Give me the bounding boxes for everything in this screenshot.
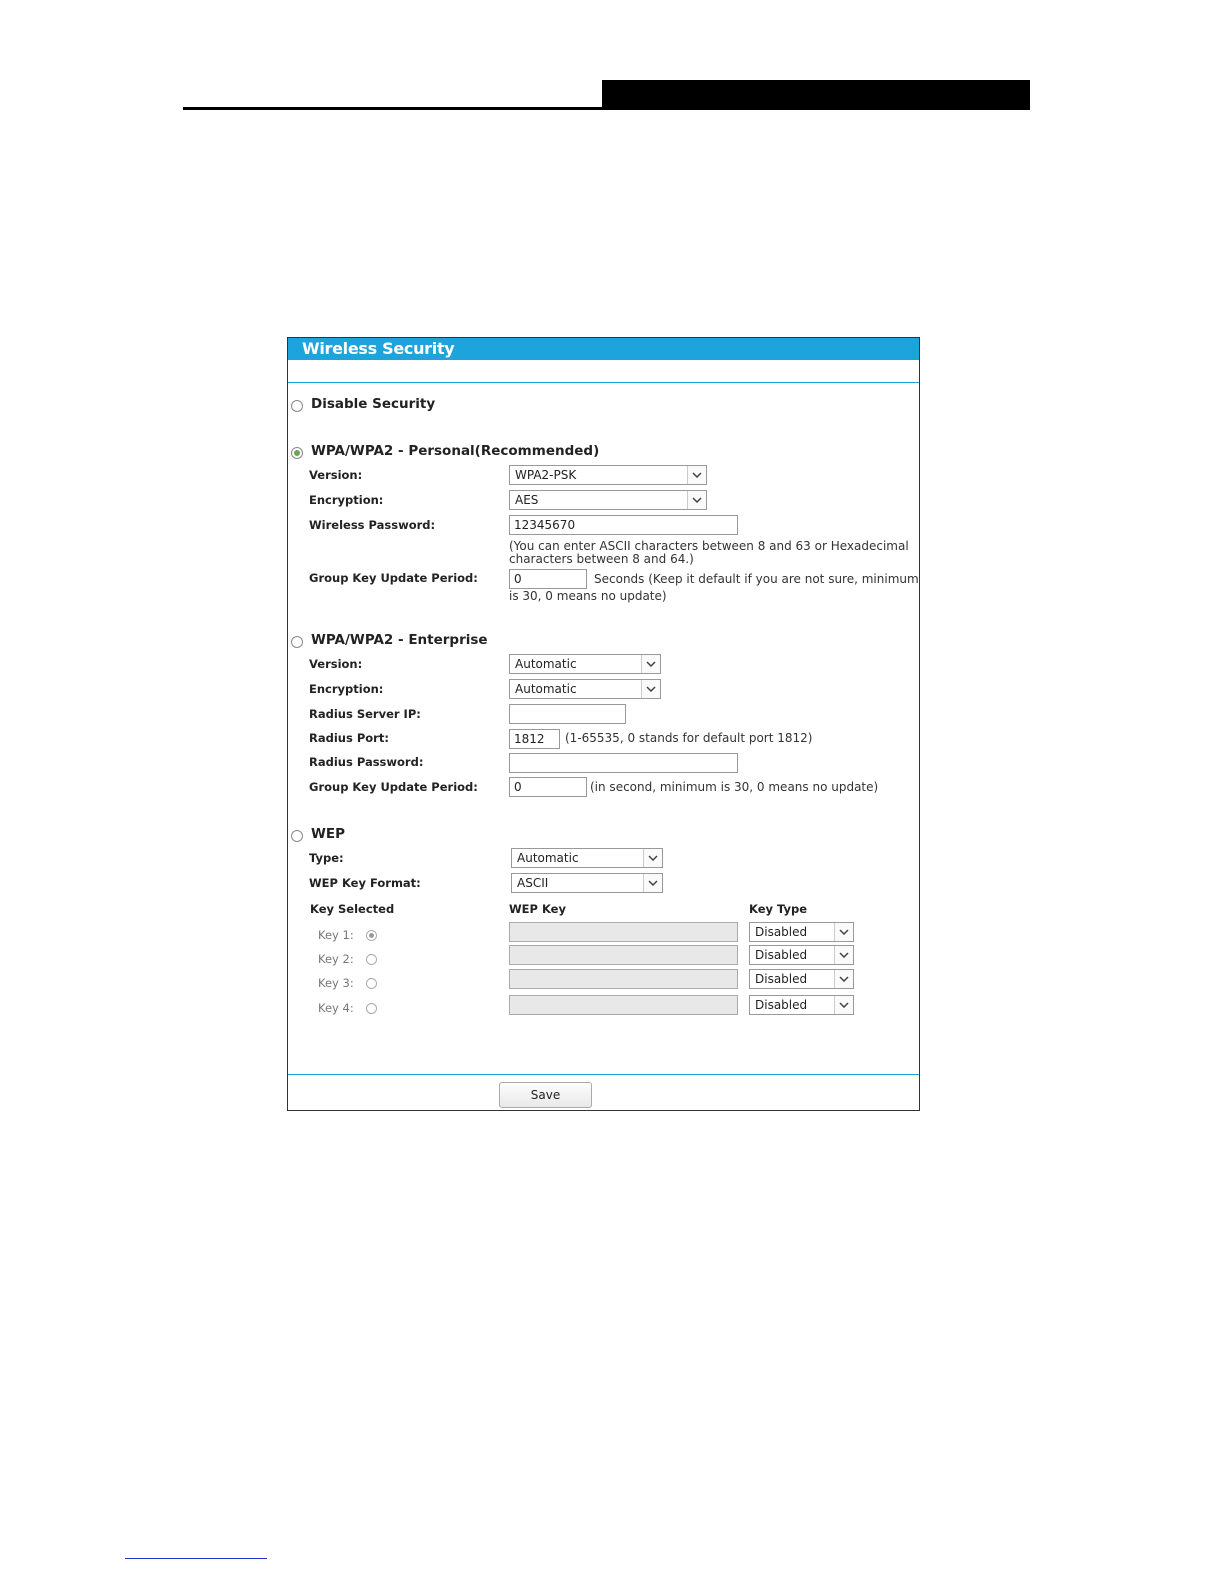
group-key-note-line2: is 30, 0 means no update) (509, 589, 667, 603)
page-header-bar (602, 80, 1030, 110)
divider (288, 1074, 919, 1075)
wep-key-format-select[interactable]: ASCII (511, 873, 663, 893)
wpa-personal-title: WPA/WPA2 - Personal(Recommended) (311, 443, 600, 459)
wep-type-select[interactable]: Automatic (511, 848, 663, 868)
wpa-personal-encryption-label: Encryption: (309, 493, 384, 507)
wpa-enterprise-group-key-note: (in second, minimum is 30, 0 means no up… (590, 780, 879, 794)
wpa-enterprise-radio[interactable] (291, 636, 303, 648)
radius-password-input[interactable] (509, 753, 738, 773)
wpa-personal-version-select[interactable]: WPA2-PSK (509, 465, 707, 485)
wireless-security-panel: Wireless Security Disable Security WPA/W… (287, 337, 920, 1111)
chevron-down-icon (834, 946, 853, 964)
radius-port-input[interactable]: 1812 (509, 729, 560, 749)
key-1-radio[interactable] (366, 930, 377, 941)
wpa-enterprise-encryption-select[interactable]: Automatic (509, 679, 661, 699)
select-value: Disabled (755, 972, 808, 986)
key-2-type-select[interactable]: Disabled (749, 945, 854, 965)
page-footer-link-underline (125, 1558, 267, 1559)
wpa-enterprise-group-key-input[interactable]: 0 (509, 777, 587, 797)
select-value: Disabled (755, 948, 808, 962)
wpa-enterprise-title: WPA/WPA2 - Enterprise (311, 632, 488, 648)
key-3-type-select[interactable]: Disabled (749, 969, 854, 989)
chevron-down-icon (641, 655, 660, 673)
wpa-personal-version-label: Version: (309, 468, 363, 482)
chevron-down-icon (643, 874, 662, 892)
key-3-radio[interactable] (366, 978, 377, 989)
radius-server-ip-input[interactable] (509, 704, 626, 724)
radius-port-label: Radius Port: (309, 731, 389, 745)
chevron-down-icon (641, 680, 660, 698)
key-4-radio[interactable] (366, 1003, 377, 1014)
key-2-input[interactable] (509, 945, 738, 965)
wep-title: WEP (311, 826, 346, 842)
save-button[interactable]: Save (499, 1082, 592, 1108)
wireless-password-input[interactable]: 12345670 (509, 515, 738, 535)
wpa-enterprise-version-select[interactable]: Automatic (509, 654, 661, 674)
chevron-down-icon (834, 996, 853, 1014)
chevron-down-icon (834, 970, 853, 988)
chevron-down-icon (687, 466, 706, 484)
disable-security-label: Disable Security (311, 396, 436, 412)
password-note-line1: (You can enter ASCII characters between … (509, 539, 909, 553)
key-4-label: Key 4: (318, 1001, 354, 1015)
radius-server-ip-label: Radius Server IP: (309, 707, 421, 721)
chevron-down-icon (687, 491, 706, 509)
key-3-label: Key 3: (318, 976, 354, 990)
key-1-type-select[interactable]: Disabled (749, 922, 854, 942)
wireless-password-label: Wireless Password: (309, 518, 436, 532)
select-value: Automatic (515, 657, 577, 671)
wpa-enterprise-version-label: Version: (309, 657, 363, 671)
group-key-note-line1: Seconds (Keep it default if you are not … (594, 572, 919, 586)
chevron-down-icon (643, 849, 662, 867)
wep-key-format-label: WEP Key Format: (309, 876, 421, 890)
key-3-input[interactable] (509, 969, 738, 989)
select-value: WPA2-PSK (515, 468, 577, 482)
select-value: Disabled (755, 925, 808, 939)
key-4-input[interactable] (509, 995, 738, 1015)
col-key-type: Key Type (749, 902, 808, 916)
key-4-type-select[interactable]: Disabled (749, 995, 854, 1015)
select-value: AES (515, 493, 539, 507)
radius-password-label: Radius Password: (309, 755, 424, 769)
wpa-personal-group-key-label: Group Key Update Period: (309, 571, 478, 585)
select-value: Disabled (755, 998, 808, 1012)
key-2-radio[interactable] (366, 954, 377, 965)
key-2-label: Key 2: (318, 952, 354, 966)
password-note-line2: characters between 8 and 64.) (509, 552, 694, 566)
wpa-personal-group-key-input[interactable]: 0 (509, 569, 587, 589)
chevron-down-icon (834, 923, 853, 941)
wep-radio[interactable] (291, 830, 303, 842)
divider (288, 382, 919, 383)
key-1-label: Key 1: (318, 928, 354, 942)
wpa-personal-radio[interactable] (291, 447, 303, 459)
col-key-selected: Key Selected (310, 902, 395, 916)
col-wep-key: WEP Key (509, 902, 566, 916)
wpa-enterprise-encryption-label: Encryption: (309, 682, 384, 696)
page-header-rule (183, 107, 1029, 110)
radius-port-note: (1-65535, 0 stands for default port 1812… (565, 731, 813, 745)
wpa-enterprise-group-key-label: Group Key Update Period: (309, 780, 478, 794)
disable-security-radio[interactable] (291, 400, 303, 412)
key-1-input[interactable] (509, 922, 738, 942)
select-value: Automatic (515, 682, 577, 696)
select-value: ASCII (517, 876, 549, 890)
select-value: Automatic (517, 851, 579, 865)
wep-type-label: Type: (309, 851, 344, 865)
wpa-personal-encryption-select[interactable]: AES (509, 490, 707, 510)
panel-title: Wireless Security (288, 338, 919, 360)
